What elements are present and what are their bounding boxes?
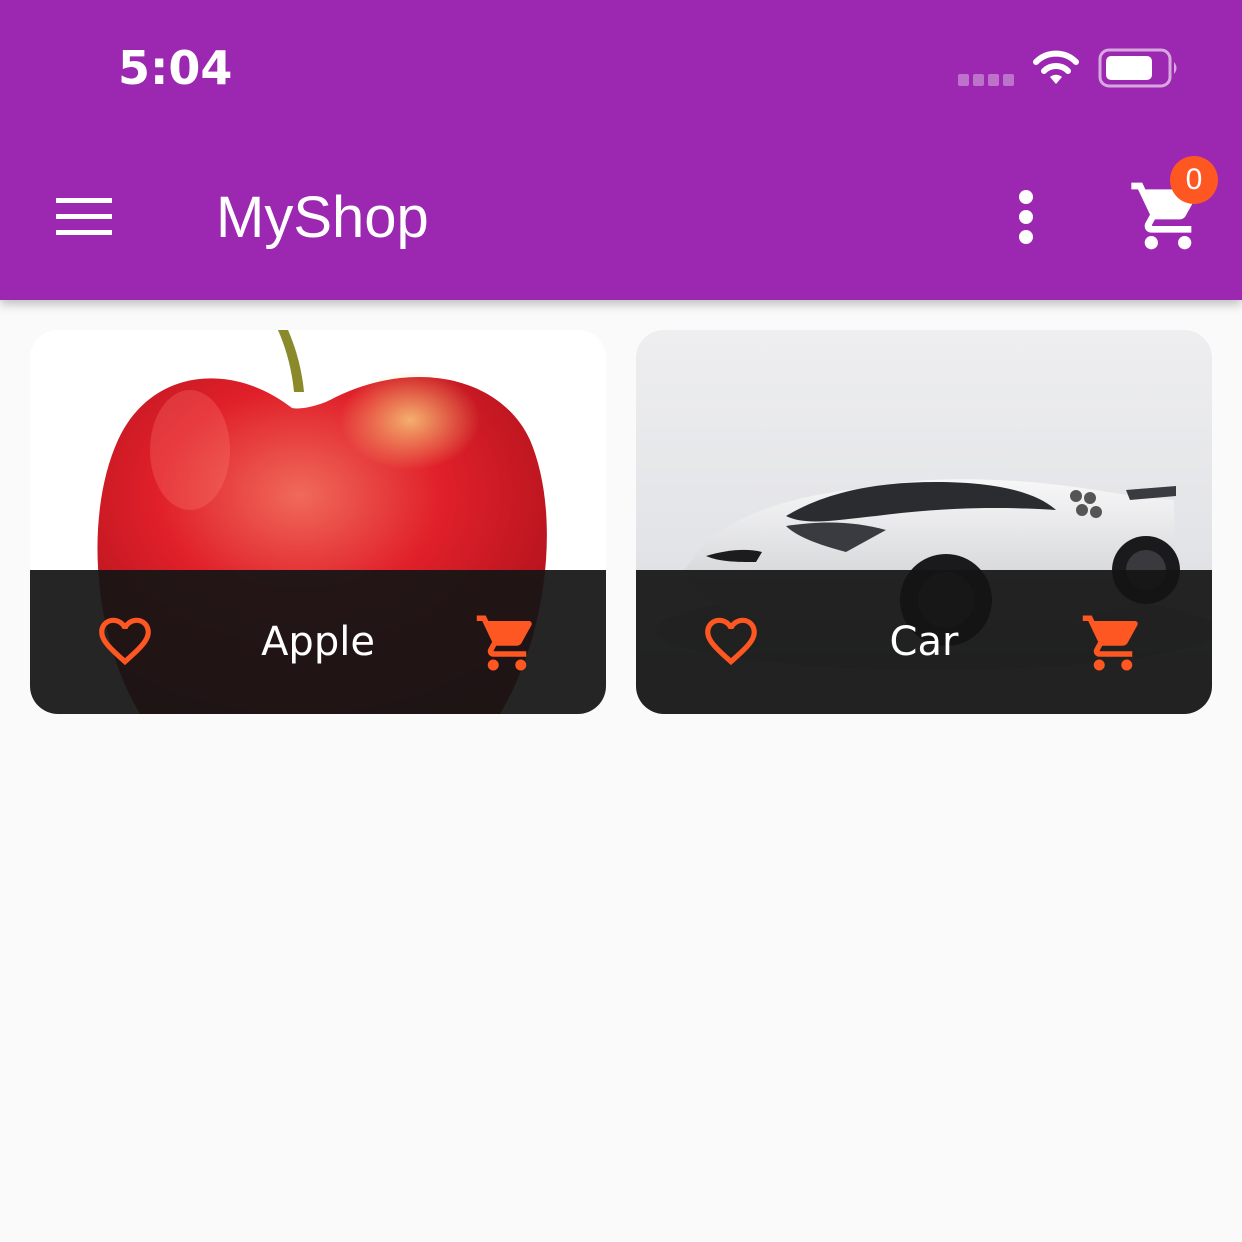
app-title: MyShop <box>216 185 429 250</box>
add-to-cart-icon[interactable] <box>1078 610 1148 676</box>
product-footer: Apple <box>30 570 606 714</box>
add-to-cart-icon[interactable] <box>472 610 542 676</box>
product-footer: Car <box>636 570 1212 714</box>
product-title: Apple <box>261 619 375 665</box>
battery-icon <box>1098 48 1177 88</box>
app-bar: 5:04 MyShop 0 <box>0 0 1242 300</box>
product-title: Car <box>889 619 959 665</box>
wifi-icon <box>1033 50 1079 84</box>
cart-count-badge: 0 <box>1170 156 1218 204</box>
heart-outline-icon[interactable] <box>92 610 158 672</box>
status-time: 5:04 <box>118 41 233 95</box>
heart-outline-icon[interactable] <box>698 610 764 672</box>
signal-icon <box>958 74 1014 86</box>
product-card-car[interactable]: Car <box>636 330 1212 714</box>
more-vertical-icon[interactable] <box>1000 184 1052 250</box>
product-card-apple[interactable]: Apple <box>30 330 606 714</box>
menu-icon[interactable] <box>44 182 124 252</box>
